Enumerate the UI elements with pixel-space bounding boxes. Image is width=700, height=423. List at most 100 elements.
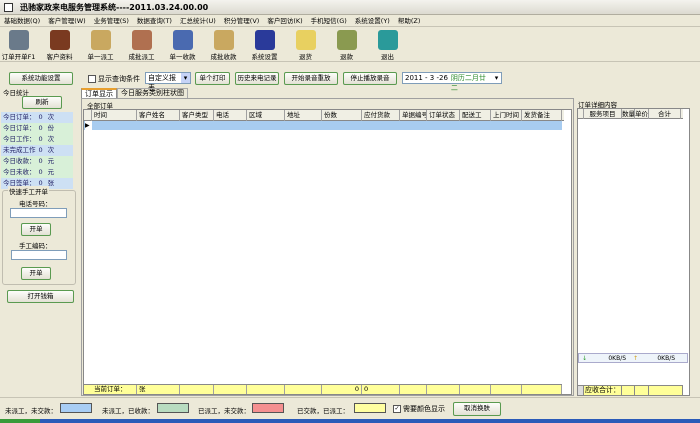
- toolbar-label: 退款: [340, 53, 353, 61]
- toolbar-button[interactable]: 客户资料: [45, 28, 74, 61]
- detail-column-header[interactable]: 单价: [635, 109, 649, 119]
- order-detail-panel: 订单详细内容 服务项目 数量 单价 合计 ↓ 0KB/S ↑ 0KB/S 应收合计：: [577, 99, 692, 396]
- footer-cell: [427, 385, 460, 394]
- checkbox-box[interactable]: [88, 75, 96, 83]
- menu-item[interactable]: 业务管理(S): [90, 15, 133, 26]
- toolbar-label: 退出: [381, 53, 394, 61]
- toolbar-button[interactable]: 单一收款: [168, 28, 197, 61]
- toolbar-label: 系统设置: [251, 53, 278, 61]
- column-header[interactable]: 配送工: [460, 110, 491, 121]
- column-header[interactable]: 发货备注: [522, 110, 562, 121]
- column-header[interactable]: 地址: [285, 110, 322, 121]
- menu-item[interactable]: 客户管理(W): [44, 15, 90, 26]
- stat-label: 今日订单：: [3, 113, 36, 121]
- toolbar-button[interactable]: 成批派工: [127, 28, 156, 61]
- show-query-checkbox[interactable]: 显示查询条件: [88, 74, 140, 84]
- start-button[interactable]: [0, 419, 40, 423]
- menu-item[interactable]: 帮助(Z): [394, 15, 425, 26]
- detail-grid[interactable]: 服务项目 数量 单价 合计 ↓ 0KB/S ↑ 0KB/S 应收合计：: [577, 108, 690, 396]
- toolbar-label: 单一收款: [169, 53, 196, 61]
- column-header[interactable]: 客户姓名: [137, 110, 180, 121]
- stat-value: 0: [38, 113, 43, 121]
- left-panel: 今日统计 刷新 今日订单： 0 次今日订单： 0 份今日工作： 0 次未完成工作 0 次今日收款…: [0, 87, 78, 397]
- stat-row: 今日收款： 0 元: [1, 156, 73, 167]
- return-pencil-icon: [295, 30, 316, 50]
- menu-item[interactable]: 汇总统计(U): [176, 15, 220, 26]
- manual-code-input[interactable]: [11, 250, 67, 260]
- detail-column-header[interactable]: 数量: [622, 109, 635, 119]
- date-picker[interactable]: 2011 - 3 -26 阴历二月廿二 ▾: [402, 72, 502, 92]
- chevron-down-icon[interactable]: ▾: [181, 73, 190, 83]
- toolbar-button[interactable]: 单一派工: [86, 28, 115, 61]
- footer-cell: [214, 385, 247, 394]
- column-header[interactable]: 时间: [92, 110, 137, 121]
- stat-unit: 次: [47, 146, 55, 154]
- stop-record-button[interactable]: 停止播放录音: [343, 72, 397, 85]
- toolbar-button[interactable]: 退出: [373, 28, 402, 61]
- detail-column-header[interactable]: 服务项目: [584, 109, 622, 119]
- menu-item[interactable]: 系统设置(Y): [351, 15, 394, 26]
- legend-color-swatch[interactable]: [252, 403, 284, 413]
- column-header[interactable]: 订单状态: [427, 110, 460, 121]
- stat-value: 0: [38, 157, 43, 165]
- custom-report-select[interactable]: 自定义报表 ▾: [145, 72, 191, 92]
- detail-column-header[interactable]: 合计: [649, 109, 681, 119]
- menu-item[interactable]: 基础数据(Q): [0, 15, 44, 26]
- chevron-down-icon[interactable]: ▾: [492, 73, 501, 83]
- toolbar: 订单开单F1 客户资料 单一派工 成批派工 单一收款 成批收款 系统设置 退货 退款 退出: [0, 28, 700, 62]
- start-record-playback-button[interactable]: 开始录音重放: [284, 72, 338, 85]
- toolbar-button[interactable]: 退货: [291, 28, 320, 61]
- show-query-label: 显示查询条件: [98, 75, 140, 83]
- print-single-button[interactable]: 单个打印: [195, 72, 230, 85]
- toolbar-button[interactable]: 退款: [332, 28, 361, 61]
- toolbar-button[interactable]: 成批收款: [209, 28, 238, 61]
- refresh-button[interactable]: 刷新: [22, 96, 62, 109]
- row-pointer-icon: ▶: [85, 121, 92, 130]
- stat-row: 今日订单： 0 次: [1, 112, 73, 123]
- menu-item[interactable]: 客户回访(K): [263, 15, 306, 26]
- system-function-settings-button[interactable]: 系统功能设置: [9, 72, 73, 85]
- menu-item[interactable]: 数据查询(T): [133, 15, 176, 26]
- upload-arrow-icon: ↑: [633, 354, 639, 362]
- menu-item[interactable]: 积分管理(V): [220, 15, 264, 26]
- column-header[interactable]: 份数: [322, 110, 362, 121]
- stat-row: 今日订单： 0 份: [1, 123, 73, 134]
- orders-grid[interactable]: 时间 客户姓名 客户类型 电话 区域 地址 份数 应付货款 单据编号 订单状态 配送工 上门时间 发货备…: [83, 109, 572, 395]
- column-header[interactable]: 区域: [247, 110, 285, 121]
- color-display-checkbox[interactable]: ✓ 需要颜色显示: [393, 404, 445, 414]
- table-row[interactable]: ▶: [84, 121, 562, 130]
- download-speed: 0KB/S: [608, 354, 627, 362]
- toolbar-button[interactable]: 系统设置: [250, 28, 279, 61]
- phone-input[interactable]: [10, 208, 67, 218]
- column-header[interactable]: 应付货款: [362, 110, 400, 121]
- dispatch-icon: [90, 30, 111, 50]
- legend-color-swatch[interactable]: [157, 403, 189, 413]
- footer-cell: [460, 385, 491, 394]
- legend-color-swatch[interactable]: [60, 403, 92, 413]
- upload-speed: 0KB/S: [657, 354, 676, 362]
- menu-item[interactable]: 手机短信(G): [307, 15, 351, 26]
- toolbar-label: 单一派工: [87, 53, 114, 61]
- open-order-manual-button[interactable]: 开单: [21, 267, 51, 280]
- legend-color-swatch[interactable]: [354, 403, 386, 413]
- payment-icon: [172, 30, 193, 50]
- column-header[interactable]: 电话: [214, 110, 247, 121]
- color-display-label: 需要颜色显示: [403, 405, 445, 413]
- toolbar-label: 成批收款: [210, 53, 237, 61]
- open-order-phone-button[interactable]: 开单: [21, 223, 51, 236]
- stat-unit: 元: [47, 157, 55, 165]
- quick-order-title: 快速手工开单: [8, 186, 49, 196]
- column-header[interactable]: 单据编号: [400, 110, 427, 121]
- toolbar-button[interactable]: 订单开单F1: [2, 28, 35, 61]
- stat-label: 未完成工作: [3, 146, 36, 154]
- cancel-skin-button[interactable]: 取消换肤: [453, 402, 501, 416]
- open-cash-drawer-button[interactable]: 打开钱箱: [7, 290, 74, 303]
- column-header[interactable]: 客户类型: [180, 110, 214, 121]
- toolbar-label: 退货: [299, 53, 312, 61]
- column-header[interactable]: 上门时间: [491, 110, 522, 121]
- footer-cell: [285, 385, 322, 394]
- stat-label: 今日工作：: [3, 135, 36, 143]
- checkmark-icon[interactable]: ✓: [393, 405, 401, 413]
- legend-label: 未派工，已收款：: [102, 407, 154, 415]
- history-calls-button[interactable]: 历史来电记录: [235, 72, 279, 85]
